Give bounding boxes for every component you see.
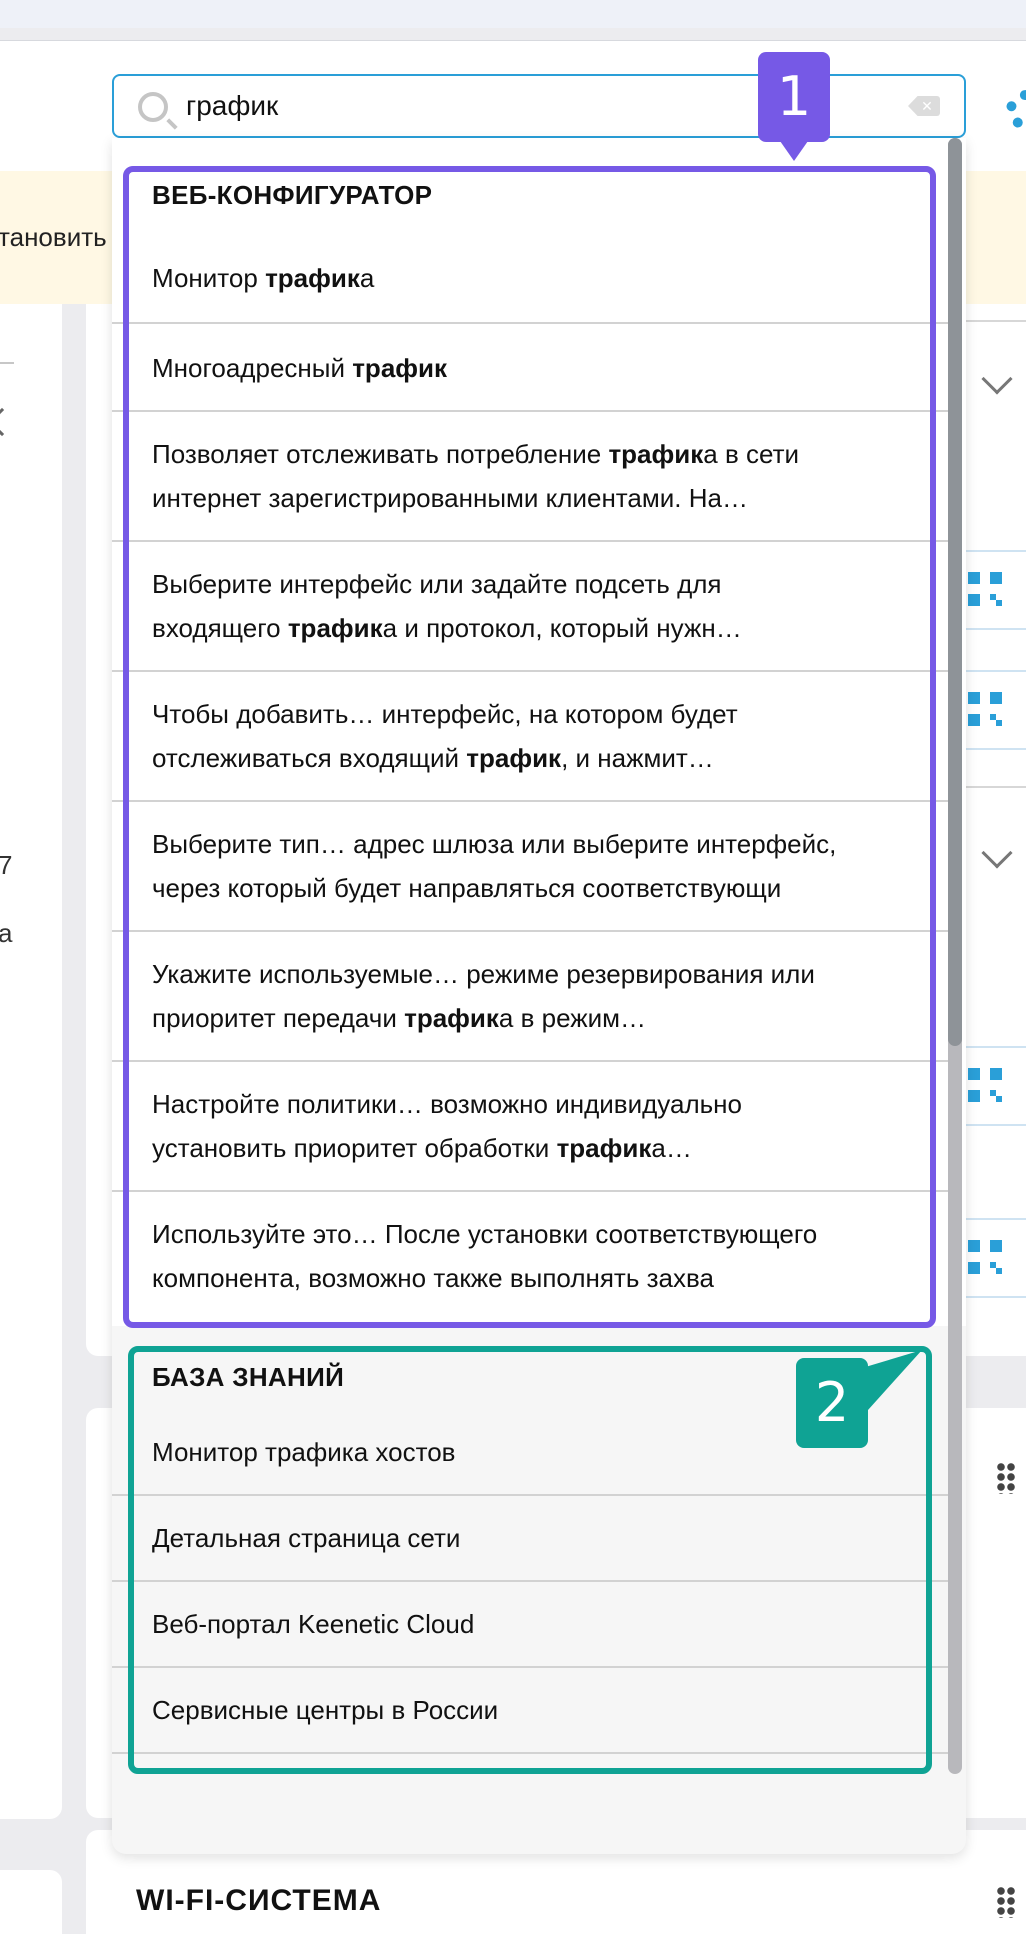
- qr-code-button[interactable]: [956, 1218, 1026, 1298]
- scrollbar-thumb[interactable]: [948, 138, 962, 1046]
- qr-code-button[interactable]: [956, 1046, 1026, 1126]
- left-divider: [0, 362, 14, 364]
- drag-handle-icon[interactable]: [996, 1886, 1016, 1918]
- browser-top-bar: [0, 0, 1026, 28]
- divider: [960, 786, 1026, 788]
- search-value[interactable]: график: [186, 90, 278, 122]
- qr-code-icon: [968, 572, 1002, 606]
- wifi-system-title: WI-FI-СИСТЕМА: [136, 1884, 382, 1917]
- notice-text[interactable]: тановить: [0, 222, 107, 253]
- left-card: [0, 304, 62, 1819]
- qr-code-button[interactable]: [956, 670, 1026, 750]
- annotation-badge-1-pointer: [780, 141, 808, 161]
- annotation-badge-2: 2: [796, 1358, 868, 1448]
- qr-code-icon: [968, 1068, 1002, 1102]
- left-text-fragment: 7: [0, 850, 13, 880]
- search-icon: [138, 92, 168, 122]
- qr-code-icon: [968, 692, 1002, 726]
- clear-icon[interactable]: ✕: [908, 96, 940, 116]
- qr-code-icon: [968, 1240, 1002, 1274]
- search-input[interactable]: график ✕: [112, 74, 966, 138]
- left-card-bottom: [0, 1870, 62, 1934]
- divider: [960, 320, 1026, 322]
- annotation-badge-1: 1: [758, 52, 830, 142]
- qr-code-button[interactable]: [956, 550, 1026, 630]
- left-text-fragment: a: [0, 918, 13, 948]
- drag-handle-icon[interactable]: [996, 1462, 1016, 1494]
- annotation-frame-1: [123, 166, 936, 1328]
